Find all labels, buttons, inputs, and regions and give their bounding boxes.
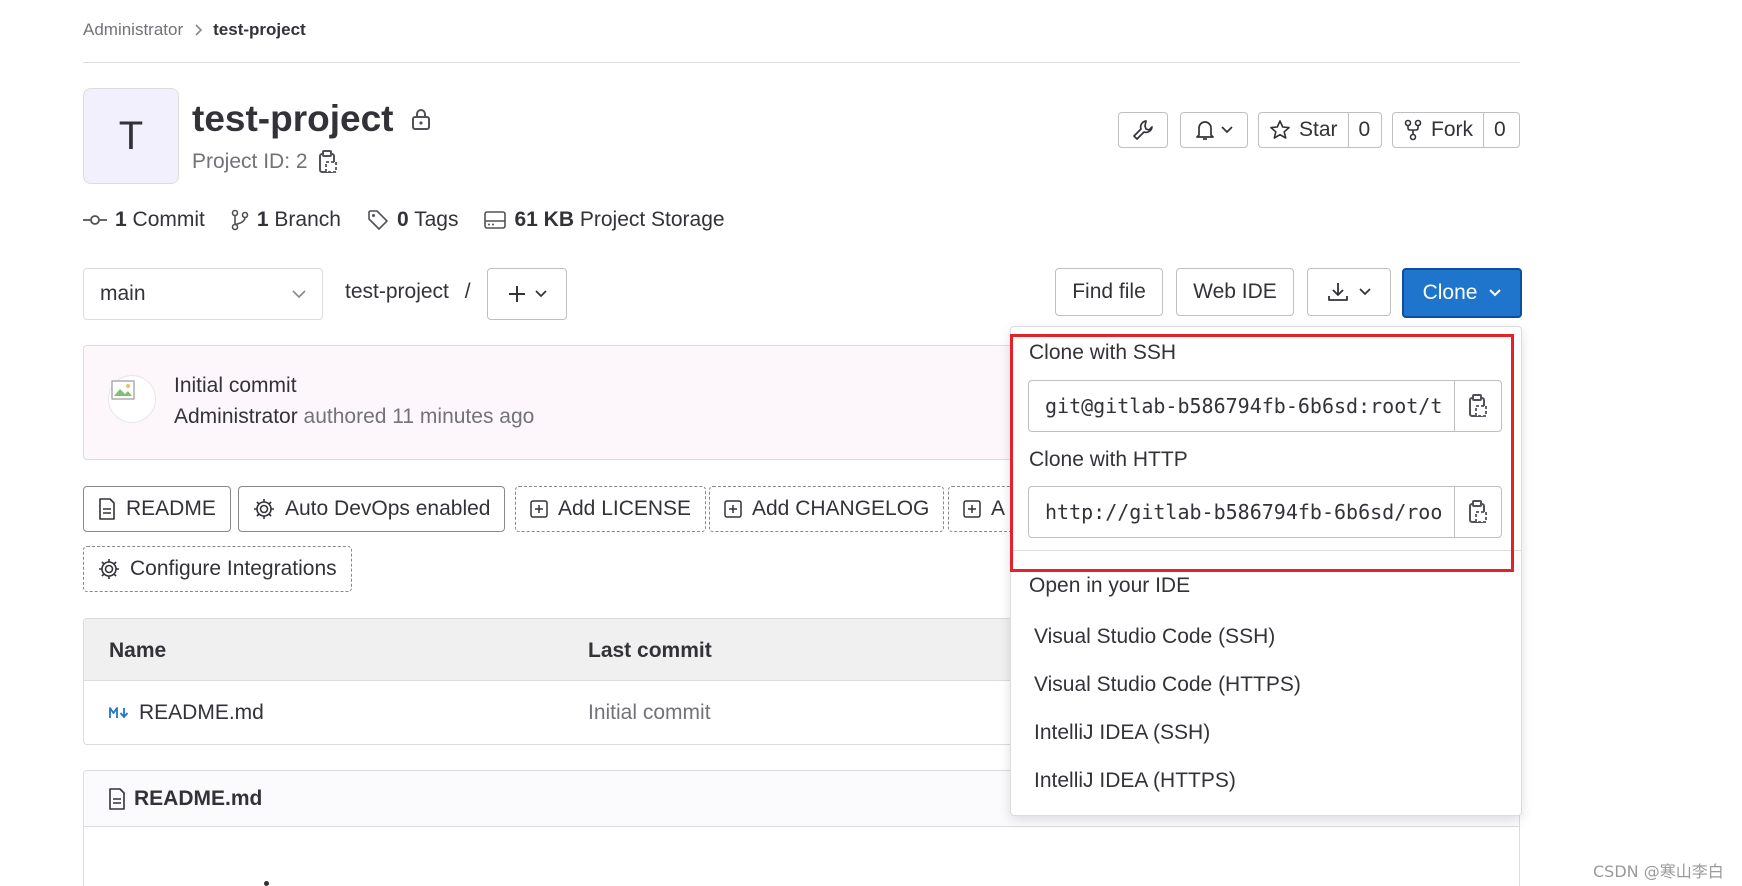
project-avatar: T: [83, 88, 179, 184]
fork-icon: [1403, 119, 1423, 141]
commit-author[interactable]: Administrator: [174, 405, 298, 428]
branch-selector[interactable]: main: [83, 268, 323, 320]
fork-count[interactable]: 0: [1483, 113, 1516, 147]
add-partial-label: A: [991, 497, 1006, 520]
project-id: Project ID: 2: [192, 150, 338, 174]
project-id-text: Project ID: 2: [192, 150, 308, 173]
plus-square-icon: [530, 500, 548, 518]
file-name-cell[interactable]: README.md: [109, 701, 264, 725]
readme-button[interactable]: README: [83, 486, 231, 532]
chevron-down-icon: [535, 290, 547, 298]
star-button[interactable]: Star 0: [1258, 112, 1382, 148]
commit-title[interactable]: Initial commit: [174, 374, 297, 398]
markdown-icon: [109, 706, 131, 720]
find-file-button[interactable]: Find file: [1055, 268, 1163, 316]
lock-icon: [411, 108, 431, 130]
bell-icon: [1195, 119, 1215, 141]
download-button[interactable]: [1307, 268, 1391, 316]
clone-button[interactable]: Clone: [1402, 268, 1522, 318]
plus-icon: [507, 284, 527, 304]
tags-link[interactable]: 0 Tags: [367, 208, 459, 232]
breadcrumb-current[interactable]: test-project: [213, 20, 306, 40]
avatar[interactable]: [108, 375, 156, 423]
auto-devops-label: Auto DevOps enabled: [285, 497, 491, 520]
chevron-down-icon: [1489, 289, 1502, 297]
divider: [83, 62, 1520, 63]
gear-icon: [98, 558, 120, 580]
ide-item-vscode-ssh[interactable]: Visual Studio Code (SSH): [1034, 625, 1275, 649]
commits-label: Commit: [132, 208, 205, 231]
column-header-name: Name: [109, 639, 167, 662]
configure-integrations-label: Configure Integrations: [130, 557, 337, 580]
storage-label: Project Storage: [579, 208, 725, 231]
auto-devops-button[interactable]: Auto DevOps enabled: [238, 486, 506, 532]
chevron-right-icon: [193, 24, 203, 36]
tag-icon: [367, 209, 389, 231]
path-separator: /: [464, 280, 471, 303]
plus-square-icon: [724, 500, 742, 518]
branches-count: 1: [256, 208, 269, 231]
commit-icon: [83, 213, 107, 227]
annotation-highlight-box: [1010, 334, 1514, 572]
fork-label: Fork: [1431, 118, 1473, 141]
branches-link[interactable]: 1 Branch: [231, 208, 341, 232]
add-license-button[interactable]: Add LICENSE: [515, 486, 707, 532]
file-name[interactable]: README.md: [139, 701, 264, 725]
document-icon: [108, 787, 126, 810]
clone-label: Clone: [1422, 281, 1478, 304]
project-name: test-project: [192, 98, 394, 139]
star-icon: [1269, 119, 1291, 141]
ide-item-intellij-ssh[interactable]: IntelliJ IDEA (SSH): [1034, 721, 1210, 745]
readme-label: README: [126, 497, 216, 520]
project-stats: 1 Commit 1 Branch 0 Tags 61 KB Project S…: [83, 208, 751, 232]
repo-path-name[interactable]: test-project: [345, 280, 449, 303]
chevron-down-icon: [292, 289, 306, 299]
tags-count: 0: [396, 208, 409, 231]
add-changelog-button[interactable]: Add CHANGELOG: [709, 486, 945, 532]
document-icon: [98, 498, 116, 520]
breadcrumb-parent[interactable]: Administrator: [83, 20, 183, 40]
readme-title[interactable]: README.md: [134, 787, 262, 811]
gear-icon: [253, 498, 275, 520]
settings-button[interactable]: [1118, 112, 1168, 148]
column-header-last-commit: Last commit: [588, 639, 712, 662]
star-label: Star: [1299, 118, 1338, 141]
wrench-icon: [1132, 119, 1154, 141]
storage-icon: [484, 210, 507, 230]
file-last-commit[interactable]: Initial commit: [588, 701, 711, 725]
branch-name: main: [100, 282, 146, 305]
star-count[interactable]: 0: [1347, 113, 1381, 147]
commits-count: 1: [115, 208, 127, 231]
watermark: CSDN @寒山李白: [1593, 862, 1724, 881]
plus-square-icon: [963, 500, 981, 518]
tags-label: Tags: [414, 208, 459, 231]
branches-label: Branch: [274, 208, 341, 231]
copy-icon[interactable]: [318, 150, 338, 174]
web-ide-button[interactable]: Web IDE: [1176, 268, 1294, 316]
commit-time: authored 11 minutes ago: [303, 405, 535, 428]
repo-path: test-project /: [345, 280, 471, 304]
commits-link[interactable]: 1 Commit: [83, 208, 205, 232]
project-title: test-project: [192, 98, 431, 140]
ide-item-intellij-https[interactable]: IntelliJ IDEA (HTTPS): [1034, 769, 1236, 793]
add-changelog-label: Add CHANGELOG: [752, 497, 930, 520]
branch-icon: [231, 209, 249, 231]
readme-content-fragment: [264, 881, 269, 886]
breadcrumb: Administrator test-project: [83, 18, 306, 42]
add-to-tree-button[interactable]: [487, 268, 567, 320]
storage-link[interactable]: 61 KB Project Storage: [484, 208, 725, 232]
open-in-ide-label: Open in your IDE: [1029, 574, 1191, 597]
download-icon: [1327, 281, 1349, 303]
chevron-down-icon: [1221, 126, 1233, 134]
notification-button[interactable]: [1180, 112, 1248, 148]
add-license-label: Add LICENSE: [558, 497, 692, 520]
storage-size: 61 KB: [514, 208, 574, 231]
chevron-down-icon: [1359, 288, 1371, 296]
add-contributing-button[interactable]: A: [948, 486, 1018, 532]
ide-item-vscode-https[interactable]: Visual Studio Code (HTTPS): [1034, 673, 1301, 697]
commit-meta: Administrator authored 11 minutes ago: [174, 405, 534, 429]
fork-button[interactable]: Fork 0: [1392, 112, 1520, 148]
configure-integrations-button[interactable]: Configure Integrations: [83, 546, 352, 592]
